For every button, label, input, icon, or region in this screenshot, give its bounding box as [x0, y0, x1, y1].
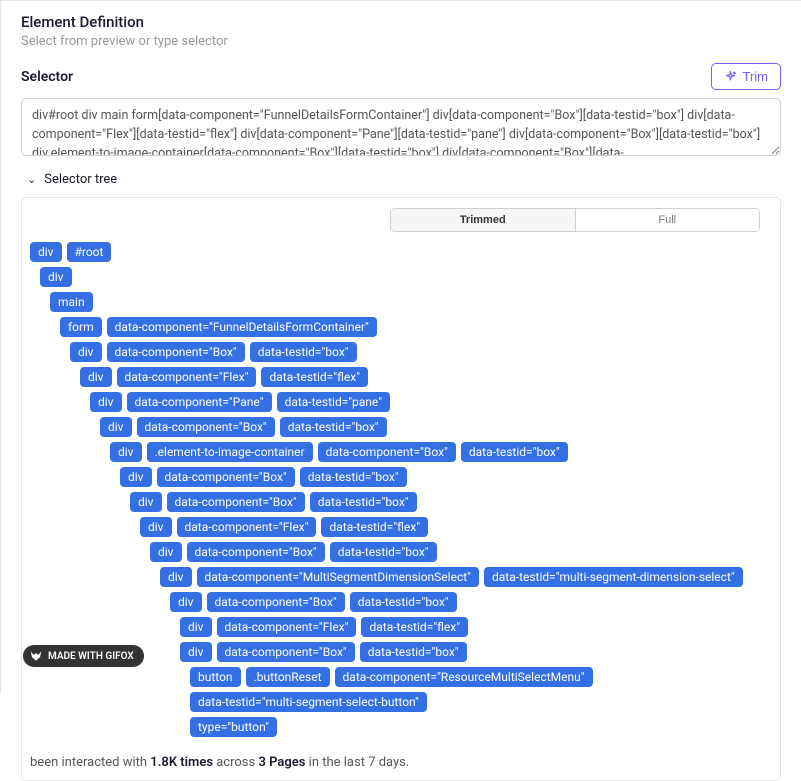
selector-chip[interactable]: div	[80, 367, 112, 387]
chevron-down-icon: ⌄	[27, 173, 36, 186]
selector-chip[interactable]: div	[120, 467, 152, 487]
selector-chip[interactable]: data-component="Flex"	[217, 617, 357, 637]
selector-chip[interactable]: div	[40, 267, 72, 287]
tree-row: type="button"	[30, 717, 772, 737]
tree-row: divdata-component="Flex"data-testid="fle…	[30, 367, 772, 387]
tree-row: divdata-component="Box"data-testid="box"	[30, 467, 772, 487]
selector-chip[interactable]: data-component="Flex"	[117, 367, 257, 387]
selector-header-row: Selector Trim	[1, 57, 801, 98]
selector-chip[interactable]: .element-to-image-container	[147, 442, 313, 462]
selector-chip[interactable]: div	[130, 492, 162, 512]
selector-chip[interactable]: #root	[67, 242, 112, 262]
selector-chip[interactable]: div	[150, 542, 182, 562]
selector-chip[interactable]: data-component="ResourceMultiSelectMenu"	[335, 667, 593, 687]
tree-row: divdata-component="Box"data-testid="box"	[30, 542, 772, 562]
tree-row: main	[30, 292, 772, 312]
selector-chip[interactable]: data-testid="box"	[310, 492, 417, 512]
selector-chip[interactable]: div	[170, 592, 202, 612]
tree-row: divdata-component="Flex"data-testid="fle…	[30, 517, 772, 537]
tree-row: formdata-component="FunnelDetailsFormCon…	[30, 317, 772, 337]
selector-chip[interactable]: main	[50, 292, 93, 312]
selector-chip[interactable]: div	[70, 342, 102, 362]
selector-chip[interactable]: data-testid="box"	[330, 542, 437, 562]
selector-chip[interactable]: data-component="Box"	[187, 542, 325, 562]
selector-chip[interactable]: data-component="Pane"	[127, 392, 272, 412]
selector-chip[interactable]: data-testid="box"	[350, 592, 457, 612]
selector-chip[interactable]: data-component="Box"	[137, 417, 275, 437]
selector-chip[interactable]: div	[160, 567, 192, 587]
interaction-summary: been interacted with 1.8K times across 3…	[30, 755, 409, 770]
tree-row: div#root	[30, 242, 772, 262]
selector-chip[interactable]: div	[110, 442, 142, 462]
tree-row: divdata-component="Box"data-testid="box"	[30, 342, 772, 362]
toggle-trimmed[interactable]: Trimmed	[391, 209, 575, 231]
selector-chip[interactable]: div	[180, 642, 212, 662]
tree-row: div	[30, 267, 772, 287]
selector-chip[interactable]: div	[90, 392, 122, 412]
selector-chip[interactable]: div	[100, 417, 132, 437]
tree-row: divdata-component="Box"data-testid="box"	[30, 417, 772, 437]
selector-chip[interactable]: data-testid="flex"	[261, 367, 368, 387]
selector-chip[interactable]: data-component="Box"	[157, 467, 295, 487]
tree-row: divdata-component="Pane"data-testid="pan…	[30, 392, 772, 412]
toggle-full[interactable]: Full	[575, 209, 760, 231]
fox-icon	[29, 649, 43, 663]
tree-row: divdata-component="Flex"data-testid="fle…	[30, 617, 772, 637]
trim-button-label: Trim	[742, 69, 768, 84]
selector-chip[interactable]: div	[140, 517, 172, 537]
selector-chip[interactable]: data-component="MultiSegmentDimensionSel…	[197, 567, 480, 587]
selector-chip[interactable]: .buttonReset	[246, 667, 330, 687]
selector-chip[interactable]: div	[180, 617, 212, 637]
tree-row: div.element-to-image-containerdata-compo…	[30, 442, 772, 462]
page-subtitle: Select from preview or type selector	[21, 34, 781, 49]
header: Element Definition Select from preview o…	[1, 1, 801, 57]
selector-chip[interactable]: button	[190, 667, 241, 687]
selector-tree-panel: Trimmed Full div#rootdivmainformdata-com…	[21, 197, 781, 781]
selector-chip[interactable]: div	[30, 242, 62, 262]
made-with-gifox-badge: MADE WITH GIFOX	[23, 645, 144, 667]
selector-chip[interactable]: form	[60, 317, 102, 337]
selector-chip[interactable]: data-testid="box"	[461, 442, 568, 462]
selector-chip[interactable]: data-component="Box"	[107, 342, 245, 362]
page-title: Element Definition	[21, 13, 781, 31]
sparkle-icon	[724, 70, 737, 83]
tree-row: divdata-component="MultiSegmentDimension…	[30, 567, 772, 587]
tree-view-toggle: Trimmed Full	[390, 208, 760, 232]
selector-chip[interactable]: data-testid="box"	[360, 642, 467, 662]
selector-tree-label: Selector tree	[44, 172, 117, 187]
selector-chip[interactable]: data-testid="multi-segment-dimension-sel…	[484, 567, 743, 587]
selector-chip[interactable]: data-component="Box"	[207, 592, 345, 612]
selector-chip[interactable]: data-component="Box"	[217, 642, 355, 662]
selector-chip[interactable]: type="button"	[190, 717, 277, 737]
tree-row: divdata-component="Box"data-testid="box"	[30, 492, 772, 512]
selector-chip[interactable]: data-testid="box"	[280, 417, 387, 437]
trim-button[interactable]: Trim	[711, 63, 781, 90]
selector-chip[interactable]: data-component="FunnelDetailsFormContain…	[107, 317, 377, 337]
selector-chip[interactable]: data-component="Box"	[167, 492, 305, 512]
selector-chip[interactable]: data-testid="box"	[250, 342, 357, 362]
selector-chip[interactable]: data-component="Flex"	[177, 517, 317, 537]
selector-chip[interactable]: data-component="Box"	[318, 442, 456, 462]
selector-tree-toggle[interactable]: ⌄ Selector tree	[21, 160, 781, 197]
tree-row: divdata-component="Box"data-testid="box"	[30, 592, 772, 612]
selector-chip[interactable]: data-testid="multi-segment-select-button…	[190, 692, 427, 712]
selector-chip[interactable]: data-testid="flex"	[321, 517, 428, 537]
selector-chip[interactable]: data-testid="box"	[300, 467, 407, 487]
selector-chip[interactable]: data-testid="flex"	[361, 617, 468, 637]
tree-row: button.buttonResetdata-component="Resour…	[30, 667, 772, 712]
selector-label: Selector	[21, 69, 73, 85]
selector-chip[interactable]: data-testid="pane"	[277, 392, 391, 412]
selector-textarea[interactable]	[21, 98, 781, 156]
